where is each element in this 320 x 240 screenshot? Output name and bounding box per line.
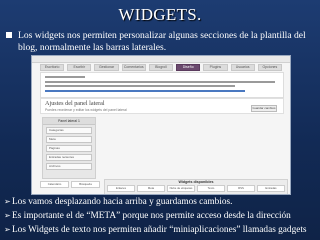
nav-tab[interactable]: Opciones <box>257 64 282 71</box>
panel-titlebar: Ajustes del panel lateral Puedes reorden… <box>40 98 284 114</box>
nav-tab-active[interactable]: Diseño <box>176 64 201 71</box>
notice-line <box>45 76 85 78</box>
nav-tab[interactable]: Escribir <box>67 64 92 71</box>
nav-tab[interactable]: Comentarios <box>121 64 146 71</box>
nav-tab[interactable]: Escritorio <box>40 64 65 71</box>
wordpress-widgets-screenshot: Escritorio Escribir Gestionar Comentario… <box>31 55 291 195</box>
available-widgets-left: Calendario Búsqueda <box>40 181 100 188</box>
notice-line <box>45 85 235 87</box>
sidebar-widget[interactable]: Categorías <box>46 127 92 134</box>
nav-tab[interactable]: Blogroll <box>148 64 174 71</box>
sidebar-widget[interactable]: Páginas <box>46 145 92 152</box>
available-widget[interactable]: Meta <box>137 185 165 192</box>
notice-link[interactable] <box>45 90 245 92</box>
arrow-bullet-icon: ➢ <box>4 197 11 206</box>
bullet-text: Los vamos desplazando hacia arriba y gua… <box>12 197 233 207</box>
available-widgets-panel: Widgets disponibles Enlaces Meta Nube de… <box>104 179 288 194</box>
save-changes-button[interactable]: Guardar cambios <box>251 105 277 112</box>
available-widget[interactable]: Enlaces <box>107 185 135 192</box>
available-widget[interactable]: Calendario <box>40 181 69 188</box>
intro-bullet: Los widgets nos permiten personalizar al… <box>6 30 308 54</box>
bullet-list: ➢Los vamos desplazando hacia arriba y gu… <box>4 195 318 237</box>
bullet-item: ➢Los vamos desplazando hacia arriba y gu… <box>4 195 318 209</box>
arrow-bullet-icon: ➢ <box>4 225 11 234</box>
bullet-item: ➢Es importante el de “META” porque nos p… <box>4 209 318 223</box>
notice-box <box>40 72 284 98</box>
sidebar-widget[interactable]: Entradas recientes <box>46 154 92 161</box>
available-widget[interactable]: Búsqueda <box>71 181 100 188</box>
nav-tab[interactable]: Usuarios <box>230 64 255 71</box>
bullet-text: Los Widgets de texto nos permiten añadir… <box>12 225 307 235</box>
bullet-item: ➢Los Widgets de texto nos permiten añadi… <box>4 223 318 237</box>
bullet-text: Es importante el de “META” porque nos pe… <box>12 211 291 221</box>
notice-line <box>45 81 275 83</box>
available-widget[interactable]: Entradas <box>257 185 285 192</box>
panel-title: Ajustes del panel lateral <box>45 100 105 107</box>
sidebar-widget[interactable]: Meta <box>46 136 92 143</box>
available-widget[interactable]: Nube de etiquetas <box>167 185 195 192</box>
sidebar-header: Panel lateral 1 <box>43 118 95 125</box>
nav-tab[interactable]: Gestionar <box>94 64 119 71</box>
arrow-bullet-icon: ➢ <box>4 211 11 220</box>
intro-text: Los widgets nos permiten personalizar al… <box>18 30 306 53</box>
sidebar-widget[interactable]: Archivos <box>46 163 92 170</box>
admin-nav: Escritorio Escribir Gestionar Comentario… <box>40 64 282 71</box>
sidebar-widget-area: Panel lateral 1 Categorías Meta Páginas … <box>42 117 96 179</box>
widgets-row: Enlaces Meta Nube de etiquetas Texto RSS… <box>105 185 287 192</box>
slide-title: WIDGETS. <box>118 5 202 24</box>
square-bullet-icon <box>6 32 12 38</box>
nav-tab[interactable]: Plugins <box>203 64 228 71</box>
panel-description: Puedes reordenar y editar los widgets de… <box>45 108 127 112</box>
admin-topbar <box>32 56 290 63</box>
available-widget[interactable]: Texto <box>197 185 225 192</box>
available-widget[interactable]: RSS <box>227 185 255 192</box>
